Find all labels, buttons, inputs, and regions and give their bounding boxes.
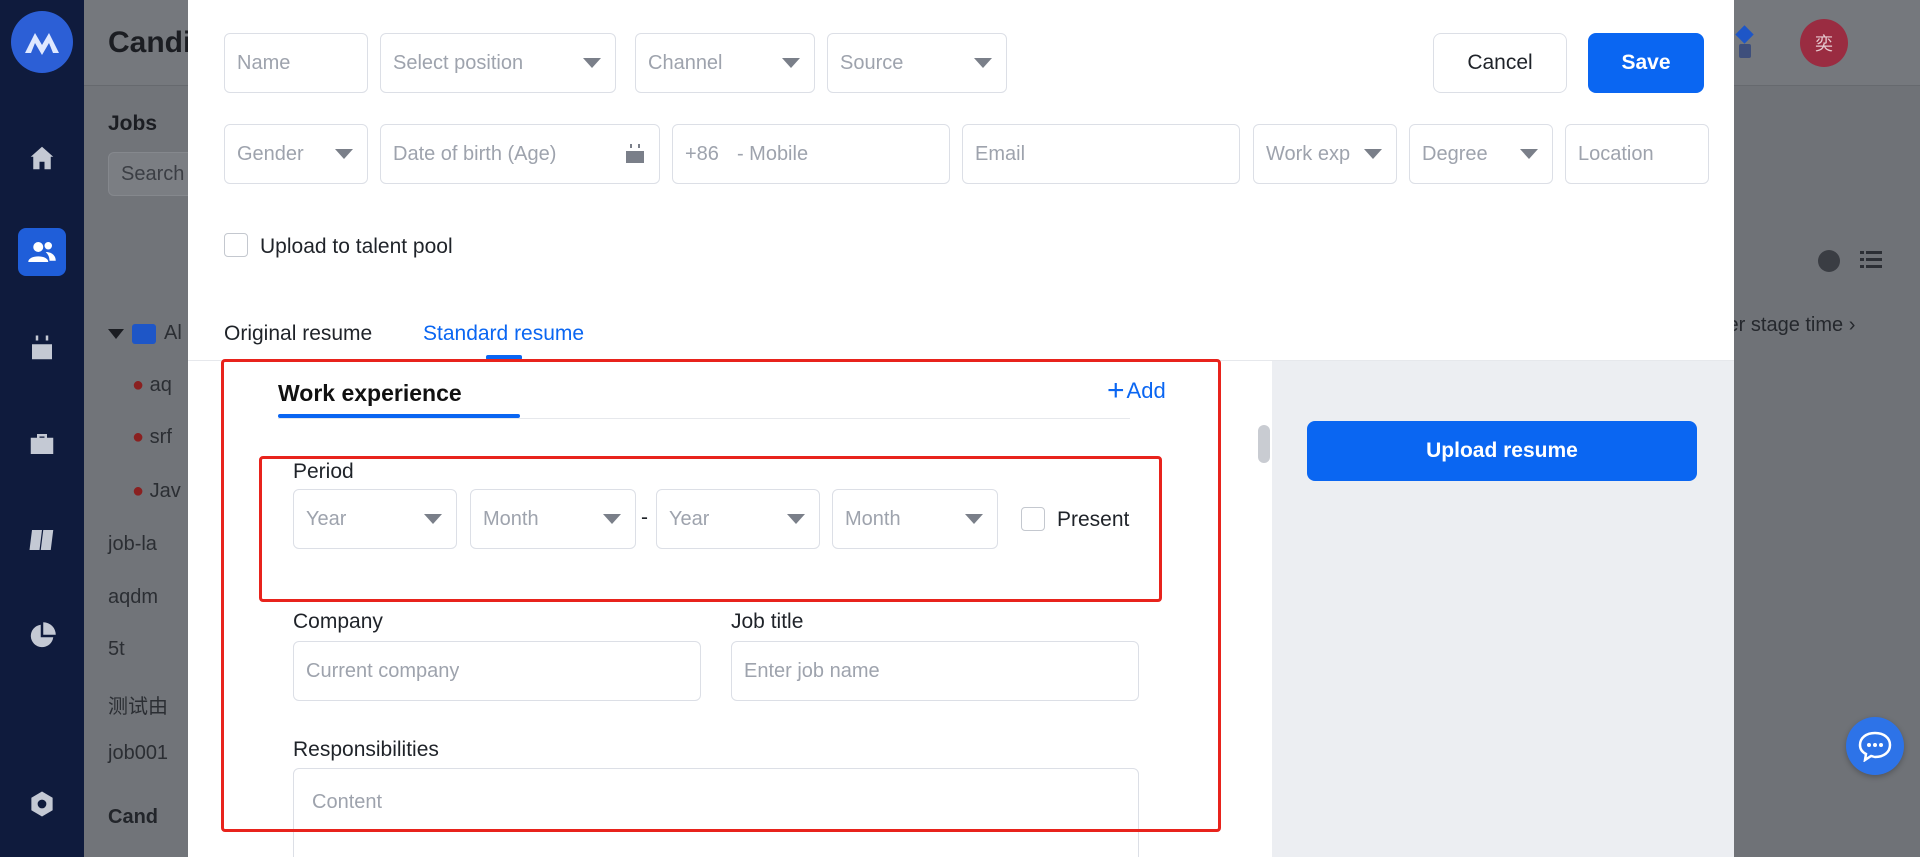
- pie-chart-icon[interactable]: [18, 612, 66, 660]
- fire-icon: ●: [132, 374, 145, 396]
- job-item[interactable]: 5t: [108, 638, 125, 661]
- channel-select[interactable]: Channel: [635, 33, 815, 93]
- caret-down-icon: [583, 58, 601, 68]
- chat-button[interactable]: [1846, 717, 1904, 775]
- location-input[interactable]: Location: [1565, 124, 1709, 184]
- caret-down-icon: [1520, 149, 1538, 159]
- briefcase-icon[interactable]: [18, 420, 66, 468]
- chat-icon: [1858, 731, 1892, 762]
- period-highlight: [259, 456, 1162, 602]
- app-sidebar: [0, 0, 84, 857]
- upload-resume-button[interactable]: Upload resume: [1307, 421, 1697, 481]
- settings-icon[interactable]: [18, 780, 66, 828]
- position-select[interactable]: Select position: [380, 33, 616, 93]
- folder-icon: [132, 323, 156, 344]
- job-item[interactable]: 测试由: [108, 690, 168, 719]
- gender-select[interactable]: Gender: [224, 124, 368, 184]
- jobs-title: Jobs: [108, 112, 158, 135]
- candidates-footer-label[interactable]: Cand: [108, 806, 158, 829]
- mobile-input[interactable]: +86 - Mobile: [672, 124, 950, 184]
- list-view-icon[interactable]: [1860, 250, 1882, 270]
- save-button[interactable]: Save: [1588, 33, 1704, 93]
- work-experience-select[interactable]: Work exp: [1253, 124, 1397, 184]
- email-input[interactable]: Email: [962, 124, 1240, 184]
- add-candidate-modal: Name Select position Channel Source Canc…: [188, 0, 1734, 857]
- jobs-group[interactable]: Al: [108, 322, 182, 345]
- job-item[interactable]: job001: [108, 742, 168, 765]
- cancel-button[interactable]: Cancel: [1433, 33, 1567, 93]
- scrollbar-thumb[interactable]: [1258, 425, 1270, 463]
- fire-icon: ●: [132, 480, 145, 502]
- sort-by-stage-time[interactable]: ter stage time ›: [1722, 314, 1855, 337]
- avatar[interactable]: 奕: [1800, 19, 1848, 67]
- job-item[interactable]: ● srf: [132, 426, 172, 449]
- users-icon[interactable]: [18, 228, 66, 276]
- caret-down-icon: [974, 58, 992, 68]
- country-code[interactable]: +86: [685, 143, 719, 166]
- calendar-icon: [626, 144, 644, 163]
- tab-standard-resume[interactable]: Standard resume: [423, 322, 584, 346]
- gear-icon[interactable]: [1818, 250, 1840, 272]
- caret-down-icon: [335, 149, 353, 159]
- book-icon[interactable]: [18, 516, 66, 564]
- page-title: Candi: [108, 26, 192, 59]
- calendar-icon[interactable]: [18, 324, 66, 372]
- job-item[interactable]: ● Jav: [132, 480, 181, 503]
- app-logo-icon[interactable]: [11, 11, 73, 73]
- degree-select[interactable]: Degree: [1409, 124, 1553, 184]
- name-input[interactable]: Name: [224, 33, 368, 93]
- upload-talent-pool-label: Upload to talent pool: [260, 235, 453, 258]
- source-select[interactable]: Source: [827, 33, 1007, 93]
- date-of-birth-input[interactable]: Date of birth (Age): [380, 124, 660, 184]
- job-item[interactable]: ● aq: [132, 374, 172, 397]
- caret-down-icon: [108, 328, 124, 339]
- diamond-icon: [1735, 25, 1754, 44]
- home-icon[interactable]: [18, 134, 66, 182]
- caret-down-icon: [782, 58, 800, 68]
- caret-down-icon: [1364, 149, 1382, 159]
- diamond-bar-icon: [1739, 44, 1751, 58]
- tab-original-resume[interactable]: Original resume: [224, 322, 372, 346]
- fire-icon: ●: [132, 426, 145, 448]
- job-item[interactable]: aqdm: [108, 586, 158, 609]
- job-item[interactable]: job-la: [108, 533, 157, 556]
- upload-talent-pool-checkbox[interactable]: [224, 233, 248, 257]
